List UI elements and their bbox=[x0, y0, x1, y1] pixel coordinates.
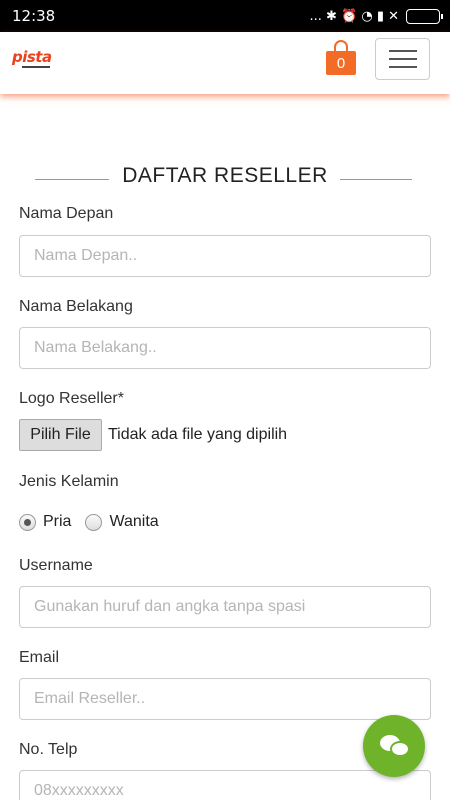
logo-underline bbox=[22, 66, 50, 68]
username-label: Username bbox=[19, 557, 93, 574]
username-input[interactable] bbox=[19, 586, 431, 628]
hamburger-icon bbox=[388, 50, 417, 52]
divider bbox=[340, 179, 412, 180]
gender-female-radio[interactable] bbox=[85, 513, 103, 531]
battery-icon bbox=[406, 8, 443, 24]
choose-file-button[interactable]: Pilih File bbox=[19, 419, 102, 451]
email-input[interactable] bbox=[19, 678, 431, 720]
phone-label: No. Telp bbox=[19, 741, 78, 758]
app-header: pista 0 bbox=[0, 32, 450, 94]
logo[interactable]: pista bbox=[12, 48, 52, 66]
logo-file-picker: Pilih File Tidak ada file yang dipilih bbox=[19, 419, 287, 451]
file-status: Tidak ada file yang dipilih bbox=[108, 426, 288, 443]
form-title-row: DAFTAR RESELLER bbox=[0, 164, 450, 194]
first-name-input[interactable] bbox=[19, 235, 431, 277]
gender-male-label[interactable]: Pria bbox=[43, 513, 71, 531]
gender-options: Pria Wanita bbox=[19, 513, 173, 531]
menu-button[interactable] bbox=[375, 38, 430, 80]
cart-count: 0 bbox=[326, 51, 356, 75]
status-bar: 12:38 ... ✱ ⏰ ◔ ▮ ✕ bbox=[0, 0, 450, 32]
last-name-label: Nama Belakang bbox=[19, 298, 133, 315]
status-indicator-icons: ... ✱ ⏰ ◔ ▮ ✕ bbox=[309, 8, 399, 24]
cart-button[interactable]: 0 bbox=[326, 38, 356, 78]
gender-female-label[interactable]: Wanita bbox=[109, 513, 158, 531]
logo-label: Logo Reseller* bbox=[19, 390, 124, 407]
gender-male-radio[interactable] bbox=[19, 513, 36, 531]
gender-label: Jenis Kelamin bbox=[19, 473, 119, 490]
status-icons: ... ✱ ⏰ ◔ ▮ ✕ bbox=[309, 8, 443, 24]
last-name-input[interactable] bbox=[19, 327, 431, 369]
phone-input[interactable] bbox=[19, 770, 431, 800]
chat-button[interactable] bbox=[363, 715, 425, 777]
email-label: Email bbox=[19, 649, 60, 666]
first-name-label: Nama Depan bbox=[19, 205, 114, 222]
page-title: DAFTAR RESELLER bbox=[122, 164, 328, 187]
status-time: 12:38 bbox=[12, 7, 56, 25]
